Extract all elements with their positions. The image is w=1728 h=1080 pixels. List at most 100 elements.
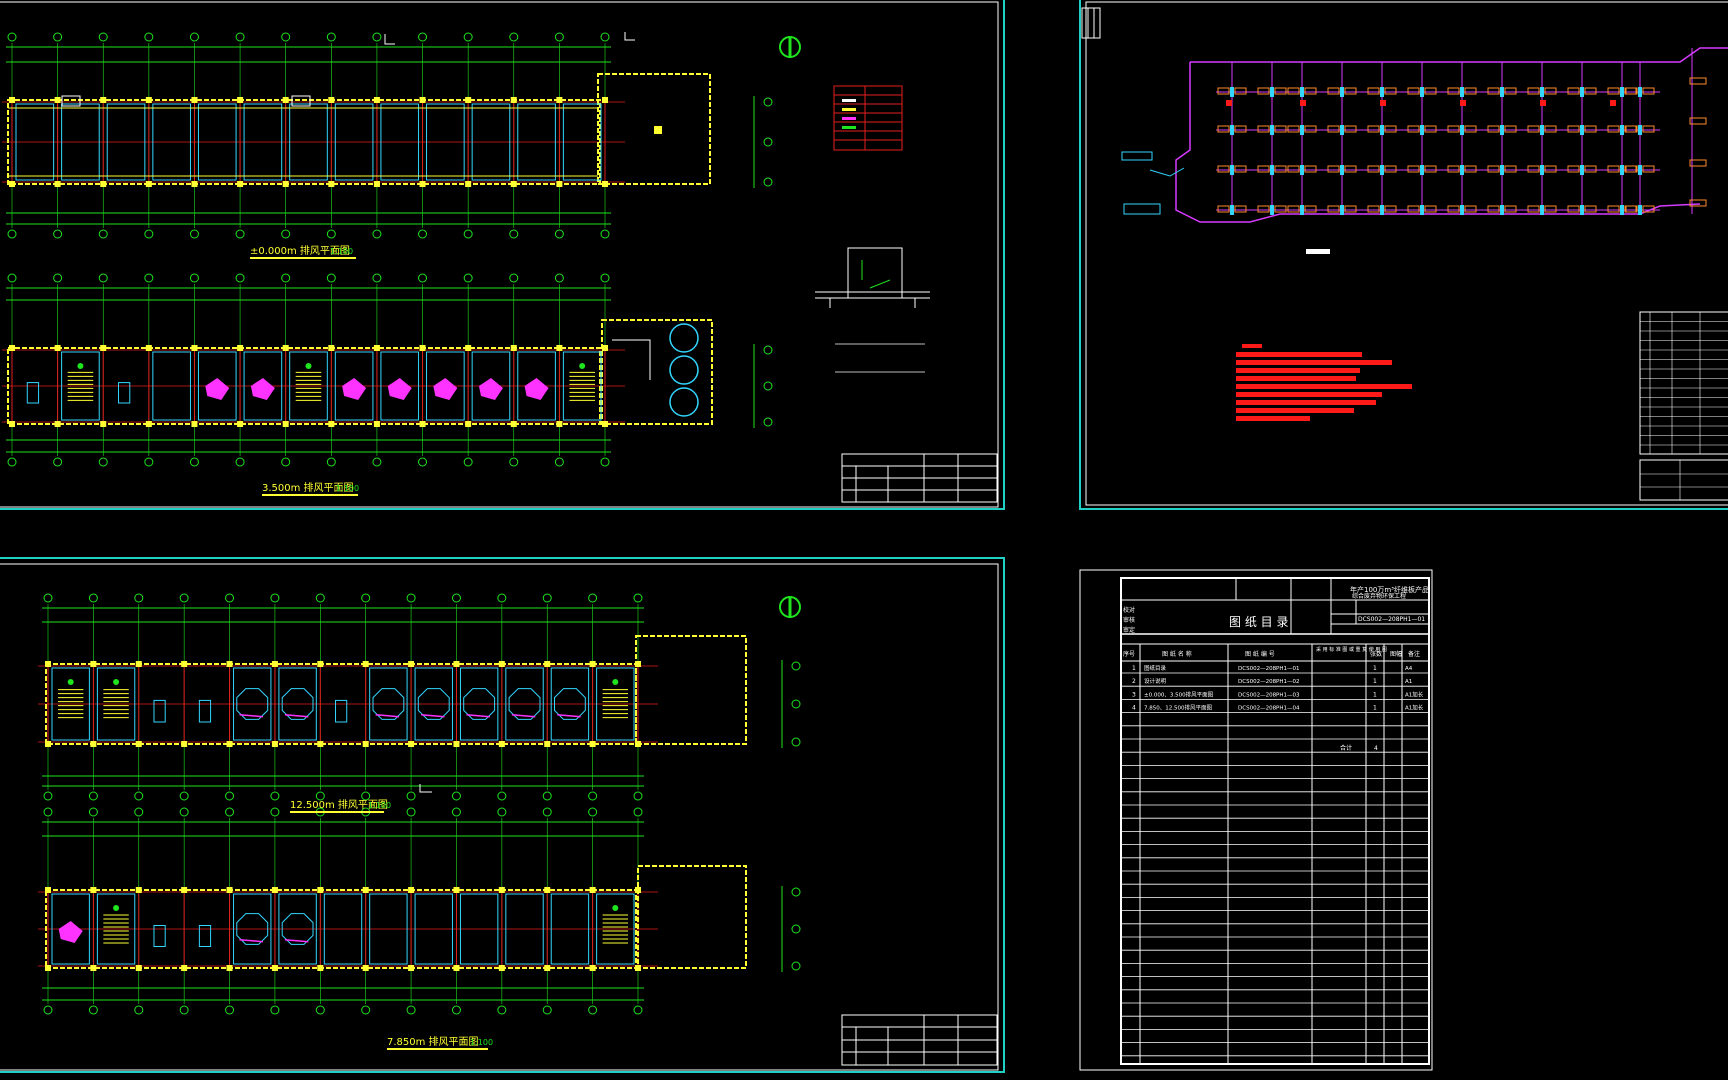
grid-bubble [88,791,98,801]
exhaust-grille [1384,165,1397,173]
structural-column [191,421,198,427]
damper-icon [1460,205,1464,215]
grid-bubble [600,457,610,467]
grid-bubble [791,661,801,671]
damper-icon [1638,165,1642,175]
structural-column [602,97,608,103]
structural-column [54,181,61,187]
drawing-list-title: 图 纸 目 录 [1229,615,1288,629]
exhaust-grille [1424,125,1437,133]
damper-icon [1380,165,1384,175]
grid-bubble [554,273,564,283]
structural-column [589,741,596,747]
structural-column [453,661,460,667]
grid-bubble [497,791,507,801]
exhaust-grille [1447,125,1460,133]
structural-column [419,181,426,187]
structural-column [181,741,188,747]
structural-column [145,181,152,187]
damper-icon [1580,165,1584,175]
row-number: 3 [1132,691,1136,698]
exhaust-fan-icon [524,378,549,400]
structural-column [90,887,97,893]
grid-bubble [406,593,416,603]
grid-bubble [463,229,473,239]
col-header-no: 序号 [1123,650,1135,658]
structural-column [635,741,641,747]
sheet-top-left[interactable] [0,0,1005,510]
cad-drawing-canvas[interactable]: ±0.000m 排风平面图 1:100 3.500m 排风平面图 1:100 1… [0,0,1728,1080]
total-label: 合计 [1340,744,1352,752]
structural-column [408,887,415,893]
plan-12500-floor[interactable] [38,593,801,801]
structural-column [181,887,188,893]
grid-bubble [600,32,610,42]
plan-ground-floor[interactable] [2,32,773,239]
grid-bubble [554,457,564,467]
structural-column [237,345,244,351]
exhaust-grille [1257,87,1270,95]
structural-column [181,661,188,667]
grid-bubble [270,807,280,817]
annex-wall [635,635,747,745]
sheet-top-right[interactable] [1079,0,1728,510]
damper-icon [1420,205,1424,215]
grid-bubble [43,807,53,817]
grid-bubble [418,273,428,283]
exhaust-grille [1367,87,1380,95]
structural-column [181,965,188,971]
structural-column [465,181,472,187]
sheet-drawing-list[interactable]: 年产100万m³纤维板产品 综合废弃物环保工程 图 纸 目 录 DCS002—2… [1079,569,1433,1071]
grid-bubble [372,32,382,42]
plan-3500-floor[interactable] [2,273,773,467]
grid-bubble [451,593,461,603]
grid-bubble [98,273,108,283]
damper-icon [1270,205,1274,215]
drawing-number: DCS002—208PH1—01 [1358,616,1425,623]
structural-column [237,97,244,103]
structural-column [602,345,608,351]
exhaust-grille [1274,125,1287,133]
row-number: 1 [1132,665,1136,672]
damper-icon [1500,205,1504,215]
col-header-code: 图 纸 编 号 [1245,650,1275,658]
structural-column [226,887,233,893]
exhaust-grille [1464,87,1477,95]
exhaust-grille [1487,87,1500,95]
exhaust-grille [1487,165,1500,173]
fan-marker [1226,100,1232,106]
structural-column [408,741,415,747]
exhaust-grille [1274,165,1287,173]
grid-bubble [134,791,144,801]
plan4-title: 7.850m 排风平面图 1:100 [387,1035,493,1050]
annex-wall [637,865,747,969]
row-size: A1加长 [1405,704,1424,712]
section-mark [419,784,432,793]
plan2-scale-text: 1:100 [336,484,359,493]
damper-icon [1620,125,1624,135]
structural-column [135,661,142,667]
grid-bubble [791,961,801,971]
damper-icon [1340,87,1344,97]
row-drawing-name: 7.850、12.500排风平面图 [1144,704,1212,712]
grid-bubble [542,791,552,801]
structural-column [90,965,97,971]
exhaust-grille [1487,205,1500,213]
structural-column [135,965,142,971]
exhaust-system-diagram[interactable] [1121,47,1728,223]
grid-bubble [134,593,144,603]
damper-icon [1620,165,1624,175]
damper-icon [1420,87,1424,97]
exhaust-grille [1584,125,1597,133]
damper-icon [1540,205,1544,215]
grid-bubble [7,229,17,239]
damper-icon [1500,87,1504,97]
damper-icon [1620,205,1624,215]
grid-bubble [451,1005,461,1015]
grid-bubble [144,273,154,283]
exhaust-grille [1327,205,1340,213]
plan2-title: 3.500m 排风平面图 1:100 [262,481,359,496]
plan-7850-floor[interactable] [38,807,801,1015]
damper-icon [1460,87,1464,97]
structural-column [317,661,324,667]
